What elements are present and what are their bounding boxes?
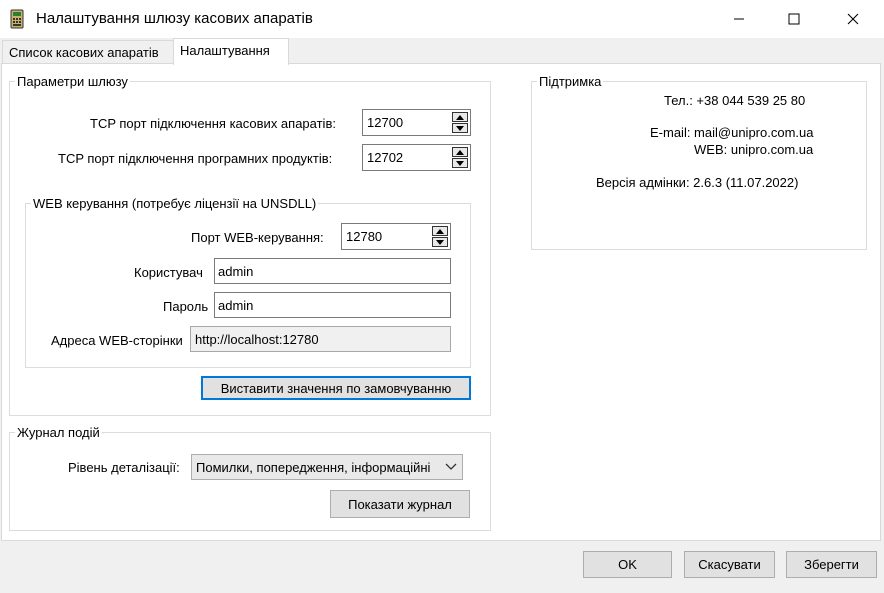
web-address-field[interactable]: http://localhost:12780	[190, 326, 451, 352]
tab-device-list[interactable]: Список касових апаратів	[2, 40, 174, 64]
title-bar: Налаштування шлюзу касових апаратів	[0, 0, 884, 38]
tcp-software-port-value: 12702	[367, 150, 404, 165]
set-defaults-button[interactable]: Виставити значення по замовчуванню	[201, 376, 471, 400]
web-address-label: Адреса WEB-сторінки	[51, 333, 183, 348]
window-title: Налаштування шлюзу касових апаратів	[36, 10, 313, 27]
tab-strip: Список касових апаратів Налаштування	[0, 38, 884, 65]
support-phone: Тел.: +38 044 539 25 80	[664, 93, 806, 108]
save-button[interactable]: Зберегти	[786, 551, 877, 578]
admin-version: Версія адмінки: 2.6.3 (11.07.2022)	[596, 175, 799, 190]
show-log-button[interactable]: Показати журнал	[330, 490, 470, 518]
tcp-devices-port-spinner[interactable]: 12700	[362, 109, 471, 136]
chevron-down-icon	[445, 463, 457, 470]
tcp-devices-port-value: 12700	[367, 115, 404, 130]
detail-level-value: Помилки, попередження, інформаційні	[196, 460, 431, 475]
detail-level-select[interactable]: Помилки, попередження, інформаційні	[191, 454, 463, 480]
user-label: Користувач	[134, 265, 203, 280]
tcp-devices-label: TCP порт підключення касових апаратів:	[90, 116, 336, 131]
spin-up-icon[interactable]	[452, 147, 468, 157]
cash-register-icon	[10, 9, 24, 29]
detail-level-label: Рівень деталізації:	[68, 460, 180, 475]
tcp-software-label: TCP порт підключення програмних продукті…	[58, 151, 333, 166]
spin-down-icon[interactable]	[432, 237, 448, 247]
spin-up-icon[interactable]	[432, 226, 448, 236]
gateway-params-legend: Параметри шлюзу	[17, 74, 128, 89]
password-input[interactable]: admin	[214, 292, 451, 318]
maximize-button[interactable]	[771, 0, 817, 38]
minimize-button[interactable]	[716, 0, 762, 38]
close-icon	[847, 13, 859, 25]
event-log-legend: Журнал подій	[17, 425, 100, 440]
spin-down-icon[interactable]	[452, 158, 468, 168]
cancel-button[interactable]: Скасувати	[684, 551, 775, 578]
maximize-icon	[788, 13, 800, 25]
ok-button[interactable]: OK	[583, 551, 672, 578]
support-email[interactable]: E-mail: mail@unipro.com.ua	[650, 125, 813, 140]
support-web[interactable]: WEB: unipro.com.ua	[694, 142, 813, 157]
password-label: Пароль	[163, 299, 209, 314]
user-input[interactable]: admin	[214, 258, 451, 284]
support-legend: Підтримка	[539, 74, 602, 89]
web-port-value: 12780	[346, 229, 383, 244]
spin-up-icon[interactable]	[452, 112, 468, 122]
tcp-software-port-spinner[interactable]: 12702	[362, 144, 471, 171]
settings-panel: Параметри шлюзу TCP порт підключення кас…	[1, 63, 881, 541]
web-port-spinner[interactable]: 12780	[341, 223, 451, 250]
tab-settings[interactable]: Налаштування	[173, 38, 289, 65]
web-management-legend: WEB керування (потребує ліцензії на UNSD…	[33, 196, 317, 211]
close-button[interactable]	[830, 0, 876, 38]
dialog-button-bar: OK Скасувати Зберегти	[0, 541, 884, 593]
web-port-label: Порт WEB-керування:	[191, 230, 324, 245]
spin-down-icon[interactable]	[452, 123, 468, 133]
minimize-icon	[734, 18, 744, 20]
